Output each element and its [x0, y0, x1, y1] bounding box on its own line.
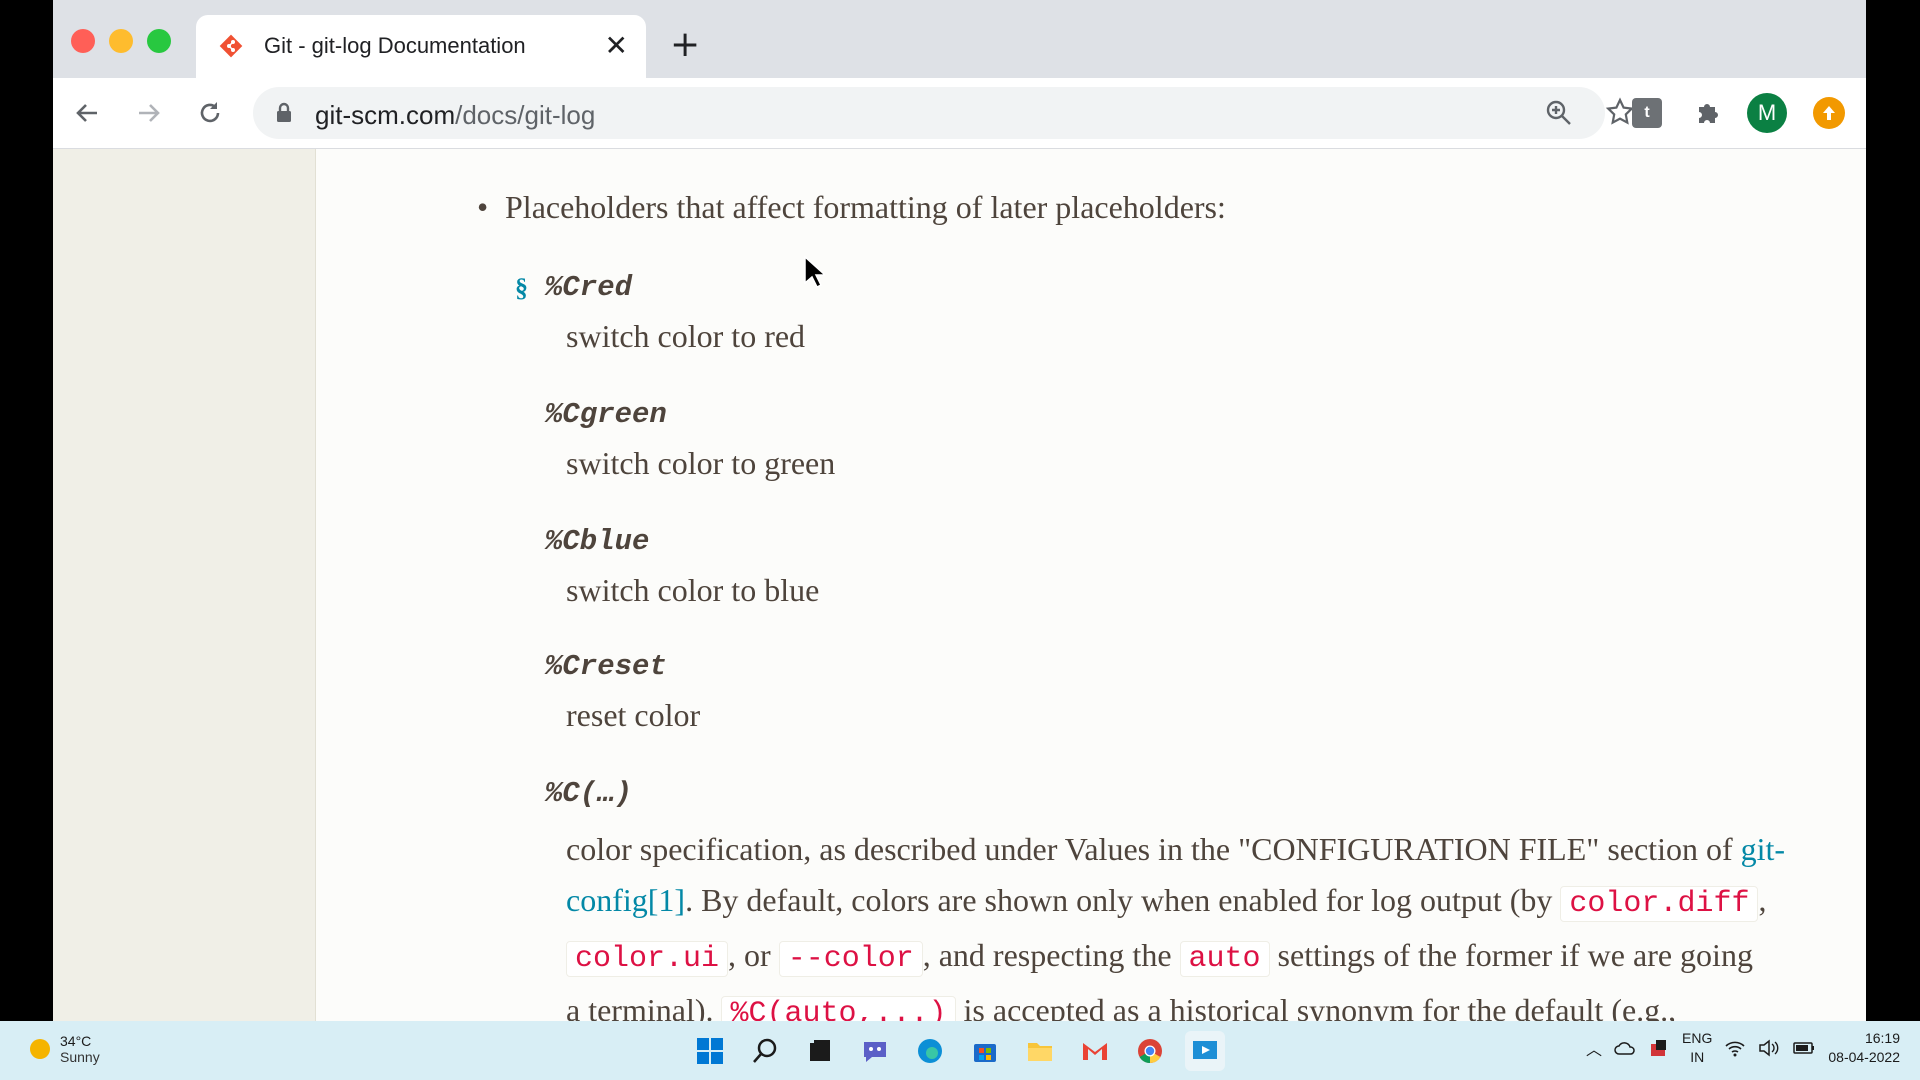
chrome-icon[interactable]: [1130, 1031, 1170, 1071]
code-snippet: --color: [778, 941, 923, 977]
placeholder-term: %Cblue: [545, 525, 650, 558]
color-spec-paragraph: color specification, as described under …: [566, 824, 1866, 1021]
minimize-light-icon[interactable]: [109, 29, 133, 53]
placeholder-term: § %Cred: [515, 271, 633, 304]
section-anchor-link[interactable]: §: [515, 273, 528, 303]
file-explorer-icon[interactable]: [1020, 1031, 1060, 1071]
tab-close-icon[interactable]: ✕: [605, 29, 628, 62]
para-text: settings of the former if we are going: [1269, 937, 1753, 973]
code-snippet: auto: [1179, 941, 1270, 977]
para-text: ,: [1758, 882, 1767, 918]
remote-app-icon[interactable]: [1185, 1031, 1225, 1071]
extension-tb-icon[interactable]: t: [1629, 95, 1665, 131]
bullet-icon: •: [477, 189, 489, 225]
url-text[interactable]: git-scm.com/docs/git-log: [315, 100, 595, 131]
start-icon[interactable]: [690, 1031, 730, 1071]
forward-icon[interactable]: [131, 95, 167, 131]
page-content: • Placeholders that affect formatting of…: [53, 149, 1866, 1021]
url-path: /docs/git-log: [455, 100, 596, 130]
term-description: switch color to red: [566, 318, 806, 354]
weather-condition: Sunny: [60, 1049, 100, 1065]
para-text: a terminal).: [566, 992, 722, 1021]
code-snippet: color.diff: [1560, 886, 1759, 922]
close-light-icon[interactable]: [71, 29, 95, 53]
address-bar[interactable]: git-scm.com/docs/git-log: [253, 87, 1635, 139]
volume-icon[interactable]: [1758, 1039, 1780, 1057]
code-snippet: %C(auto,...): [721, 996, 956, 1021]
reload-icon[interactable]: [192, 95, 228, 131]
para-text: color specification, as described under …: [566, 831, 1741, 867]
profile-button[interactable]: M: [1747, 93, 1787, 133]
para-text: , or: [728, 937, 779, 973]
tab-title: Git - git-log Documentation: [264, 33, 526, 58]
temperature: 34°C: [60, 1033, 92, 1049]
new-tab-button[interactable]: +: [670, 24, 700, 65]
browser-toolbar: git-scm.com/docs/git-log t M: [53, 78, 1866, 149]
para-text: . By default, colors are shown only when…: [685, 882, 1561, 918]
language-indicator[interactable]: ENG IN: [1682, 1029, 1712, 1067]
gmail-icon[interactable]: [1075, 1031, 1115, 1071]
term-description: switch color to green: [566, 445, 836, 481]
teams-chat-icon[interactable]: [855, 1031, 895, 1071]
date: 08-04-2022: [1828, 1049, 1900, 1065]
chevron-up-icon[interactable]: ︿: [1586, 1036, 1602, 1060]
maximize-light-icon[interactable]: [147, 29, 171, 53]
git-config-link[interactable]: git-: [1741, 831, 1785, 867]
docs-sidebar: [53, 149, 316, 1021]
term-description: reset color: [566, 697, 701, 733]
git-logo-icon: [219, 34, 243, 58]
browser-window: Git - git-log Documentation ✕ + git-scm.…: [53, 0, 1866, 1021]
placeholder-term: %Creset: [545, 650, 667, 683]
weather-widget[interactable]: 34°C Sunny: [30, 1033, 100, 1065]
language-code: ENG: [1682, 1030, 1713, 1046]
onedrive-cloud-icon[interactable]: [1614, 1040, 1636, 1056]
microsoft-store-icon[interactable]: [965, 1031, 1005, 1071]
mouse-cursor-icon: [804, 255, 825, 289]
taskbar-apps: [690, 1031, 1225, 1071]
sun-icon: [30, 1039, 50, 1059]
time: 16:19: [1864, 1030, 1900, 1046]
para-text: , and respecting the: [922, 937, 1180, 973]
term-label: %Cred: [545, 271, 633, 304]
placeholder-term: %Cgreen: [545, 398, 667, 431]
app-tray-icon[interactable]: [1648, 1038, 1670, 1058]
clock[interactable]: 16:19 08-04-2022: [1828, 1029, 1900, 1067]
git-config-link[interactable]: config[1]: [566, 882, 685, 918]
zoom-icon[interactable]: [1545, 99, 1573, 127]
update-icon[interactable]: [1811, 95, 1847, 131]
term-description: switch color to blue: [566, 572, 820, 608]
taskbar: 34°C Sunny ︿ ENG IN 16:19 08-04-2022: [0, 1021, 1920, 1080]
edge-browser-icon[interactable]: [910, 1031, 950, 1071]
avatar: M: [1747, 93, 1787, 133]
bullet-text: Placeholders that affect formatting of l…: [505, 189, 1226, 225]
task-view-icon[interactable]: [800, 1031, 840, 1071]
para-text: is accepted as a historical synonym for …: [955, 992, 1677, 1021]
lock-icon[interactable]: [275, 102, 293, 124]
list-item: • Placeholders that affect formatting of…: [477, 189, 1226, 226]
tab-git-log[interactable]: Git - git-log Documentation ✕: [196, 15, 646, 78]
placeholder-term: %C(…): [545, 777, 633, 810]
system-tray: ︿ ENG IN 16:19 08-04-2022: [1586, 1029, 1900, 1067]
battery-icon[interactable]: [1792, 1039, 1816, 1057]
region-code: IN: [1690, 1049, 1705, 1065]
tab-strip: Git - git-log Documentation ✕ +: [53, 0, 1866, 78]
back-icon[interactable]: [69, 95, 105, 131]
traffic-lights: [71, 29, 171, 53]
documentation-body: • Placeholders that affect formatting of…: [315, 149, 1866, 1021]
code-snippet: color.ui: [566, 941, 729, 977]
search-icon[interactable]: [745, 1031, 785, 1071]
extensions-puzzle-icon[interactable]: [1690, 95, 1726, 131]
url-host: git-scm.com: [315, 100, 456, 130]
wifi-icon[interactable]: [1724, 1039, 1746, 1057]
